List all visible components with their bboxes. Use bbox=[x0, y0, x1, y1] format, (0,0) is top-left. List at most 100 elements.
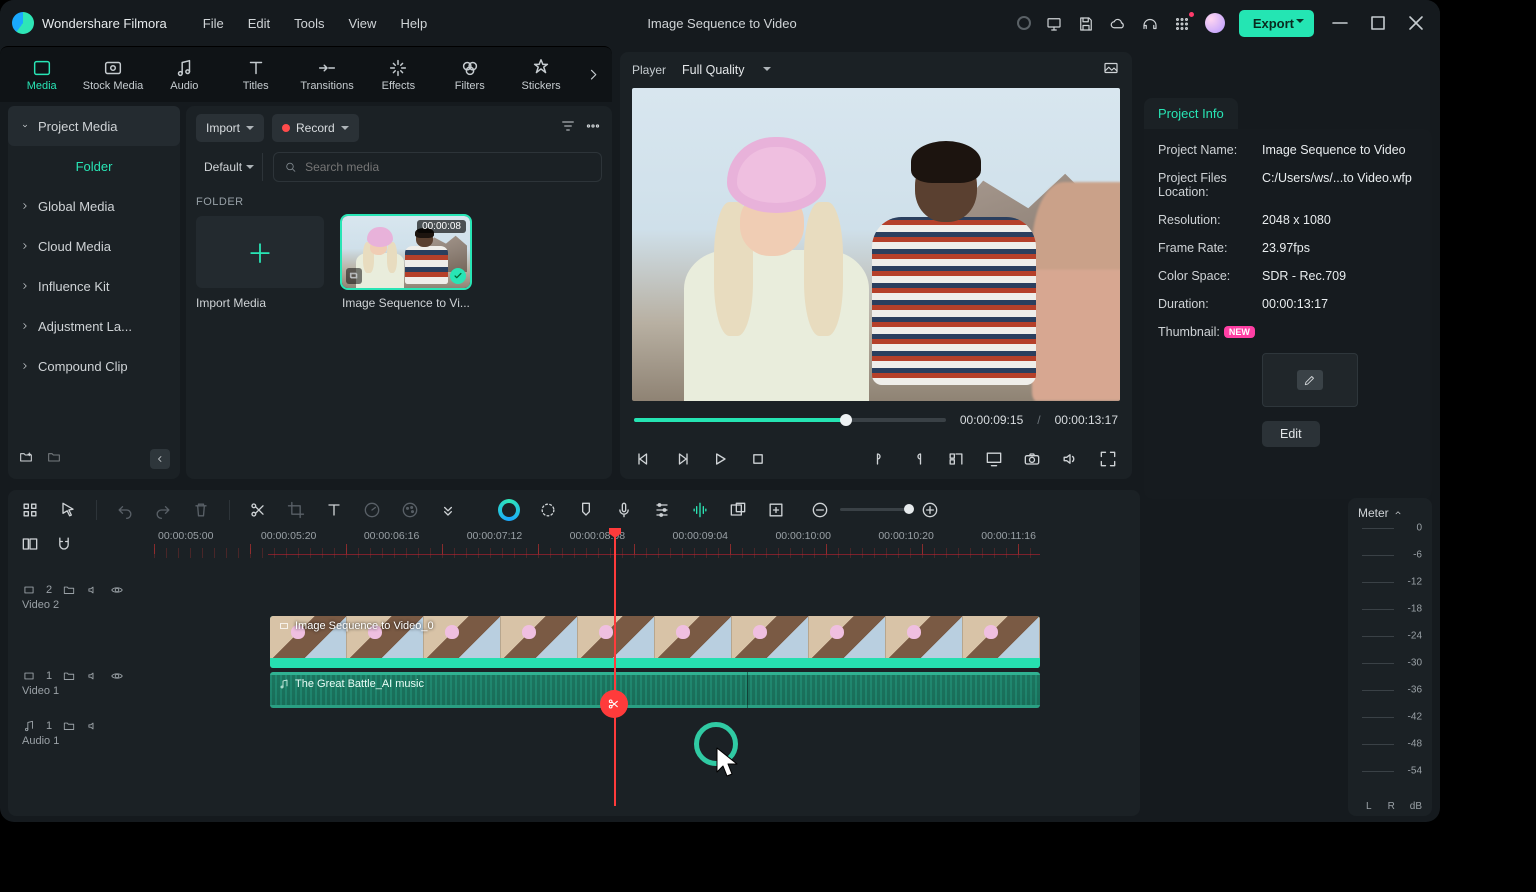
audio-mixer-icon[interactable] bbox=[652, 500, 672, 520]
track-head-video1[interactable]: 1 Video 1 bbox=[16, 654, 146, 698]
zoom-in-icon[interactable] bbox=[920, 500, 940, 520]
cursor-icon bbox=[714, 746, 744, 785]
menu-help[interactable]: Help bbox=[400, 16, 427, 31]
crop-button[interactable] bbox=[286, 500, 306, 520]
timeline-panel: 00:00:05:0000:00:05:2000:00:06:16 00:00:… bbox=[8, 490, 1140, 816]
timeline-ruler[interactable]: 00:00:05:0000:00:05:2000:00:06:16 00:00:… bbox=[154, 530, 1040, 558]
status-circle-icon bbox=[1017, 16, 1031, 30]
window-maximize[interactable] bbox=[1366, 11, 1390, 35]
sidebar-item-project-media[interactable]: Project Media bbox=[8, 106, 180, 146]
pencil-icon[interactable] bbox=[1297, 370, 1323, 390]
edit-button[interactable]: Edit bbox=[1262, 421, 1320, 447]
search-input[interactable] bbox=[273, 152, 602, 182]
info-project-name: Image Sequence to Video bbox=[1262, 143, 1418, 157]
pointer-icon[interactable] bbox=[58, 500, 78, 520]
menu-tools[interactable]: Tools bbox=[294, 16, 324, 31]
sidebar-item-global-media[interactable]: Global Media bbox=[8, 186, 180, 226]
new-folder-icon[interactable] bbox=[18, 449, 34, 470]
snapshot-button[interactable] bbox=[1022, 449, 1042, 469]
headphones-icon[interactable] bbox=[1141, 15, 1159, 31]
mark-in-button[interactable] bbox=[870, 449, 890, 469]
monitor-icon[interactable] bbox=[1045, 15, 1063, 31]
sidebar-item-compound-clip[interactable]: Compound Clip bbox=[8, 346, 180, 386]
stop-button[interactable] bbox=[748, 449, 768, 469]
auto-beat-icon[interactable] bbox=[690, 500, 710, 520]
volume-button[interactable] bbox=[1060, 449, 1080, 469]
menu-view[interactable]: View bbox=[348, 16, 376, 31]
user-avatar[interactable] bbox=[1205, 13, 1225, 33]
folder-heading: FOLDER bbox=[196, 196, 602, 208]
timeline-zoom[interactable] bbox=[810, 500, 940, 520]
project-title: Image Sequence to Video bbox=[427, 16, 1017, 31]
player-preview[interactable] bbox=[632, 88, 1120, 401]
redo-button[interactable] bbox=[153, 500, 173, 520]
mark-out-button[interactable] bbox=[908, 449, 928, 469]
grid-icon[interactable] bbox=[20, 500, 40, 520]
plus-icon: ＋ bbox=[247, 234, 273, 271]
sidebar-subitem-folder[interactable]: Folder bbox=[8, 146, 180, 186]
undo-button[interactable] bbox=[115, 500, 135, 520]
save-icon[interactable] bbox=[1077, 15, 1095, 31]
player-label: Player bbox=[632, 63, 666, 77]
app-brand: Wondershare Filmora bbox=[42, 16, 167, 31]
thumbnail-preview bbox=[1262, 353, 1358, 407]
current-timecode: 00:00:09:15 bbox=[960, 413, 1023, 427]
meter-title[interactable]: Meter bbox=[1358, 506, 1422, 520]
player-panel: Player Full Quality 00:00:09:15 / 00:00:… bbox=[620, 52, 1132, 479]
next-frame-button[interactable] bbox=[672, 449, 692, 469]
app-logo-icon bbox=[12, 12, 34, 34]
window-close[interactable] bbox=[1404, 11, 1428, 35]
enhance-icon[interactable] bbox=[538, 500, 558, 520]
project-info-tab[interactable]: Project Info bbox=[1144, 98, 1238, 129]
video-clip[interactable]: Image Sequence to Video_0 bbox=[270, 616, 1040, 668]
speed-button[interactable] bbox=[362, 500, 382, 520]
render-preview-icon[interactable] bbox=[728, 500, 748, 520]
sidebar-collapse[interactable] bbox=[150, 449, 170, 469]
timeline-playhead[interactable] bbox=[614, 530, 616, 806]
export-button[interactable]: Export bbox=[1239, 10, 1314, 37]
fullscreen-button[interactable] bbox=[1098, 449, 1118, 469]
sidebar-item-cloud-media[interactable]: Cloud Media bbox=[8, 226, 180, 266]
add-track-icon[interactable] bbox=[766, 500, 786, 520]
player-progress[interactable] bbox=[634, 418, 946, 422]
ai-button[interactable] bbox=[498, 499, 520, 521]
more-tools-button[interactable] bbox=[438, 500, 458, 520]
quality-dropdown[interactable]: Full Quality bbox=[682, 63, 771, 77]
menu-edit[interactable]: Edit bbox=[248, 16, 270, 31]
folder-icon[interactable] bbox=[46, 449, 62, 470]
voiceover-icon[interactable] bbox=[614, 500, 634, 520]
record-dropdown[interactable]: Record bbox=[272, 114, 359, 142]
color-button[interactable] bbox=[400, 500, 420, 520]
track-manager-icon[interactable] bbox=[20, 534, 40, 554]
more-icon[interactable] bbox=[584, 117, 602, 140]
menu-file[interactable]: File bbox=[203, 16, 224, 31]
track-head-video2[interactable]: 2 Video 2 bbox=[16, 568, 146, 612]
duration-badge: 00:00:08 bbox=[417, 220, 466, 233]
split-button[interactable] bbox=[248, 500, 268, 520]
delete-button[interactable] bbox=[191, 500, 211, 520]
sort-dropdown[interactable]: Default bbox=[196, 153, 263, 181]
magnet-icon[interactable] bbox=[54, 534, 74, 554]
project-info-panel: Project Info Project Name:Image Sequence… bbox=[1144, 98, 1432, 479]
sidebar-item-adjustment-layer[interactable]: Adjustment La... bbox=[8, 306, 180, 346]
import-media-tile[interactable]: ＋ Import Media bbox=[196, 216, 324, 310]
layout-dropdown[interactable] bbox=[946, 449, 966, 469]
play-button[interactable] bbox=[710, 449, 730, 469]
filter-icon[interactable] bbox=[560, 118, 576, 139]
sidebar-item-influence-kit[interactable]: Influence Kit bbox=[8, 266, 180, 306]
apps-grid-icon[interactable] bbox=[1173, 15, 1191, 31]
snapshot-compare-icon[interactable] bbox=[1102, 59, 1120, 82]
cloud-icon[interactable] bbox=[1109, 15, 1127, 31]
marker-icon[interactable] bbox=[576, 500, 596, 520]
text-button[interactable] bbox=[324, 500, 344, 520]
audio-clip[interactable]: The Great Battle_AI music bbox=[270, 672, 1040, 708]
zoom-out-icon[interactable] bbox=[810, 500, 830, 520]
display-settings-button[interactable] bbox=[984, 449, 1004, 469]
prev-frame-button[interactable] bbox=[634, 449, 654, 469]
track-head-audio1[interactable]: 1 Audio 1 bbox=[16, 704, 146, 748]
split-cursor-icon[interactable] bbox=[600, 690, 628, 718]
total-timecode: 00:00:13:17 bbox=[1055, 413, 1118, 427]
import-dropdown[interactable]: Import bbox=[196, 114, 264, 142]
window-minimize[interactable] bbox=[1328, 11, 1352, 35]
media-clip-tile[interactable]: 00:00:08 Image Sequence to Vi... bbox=[342, 216, 470, 310]
